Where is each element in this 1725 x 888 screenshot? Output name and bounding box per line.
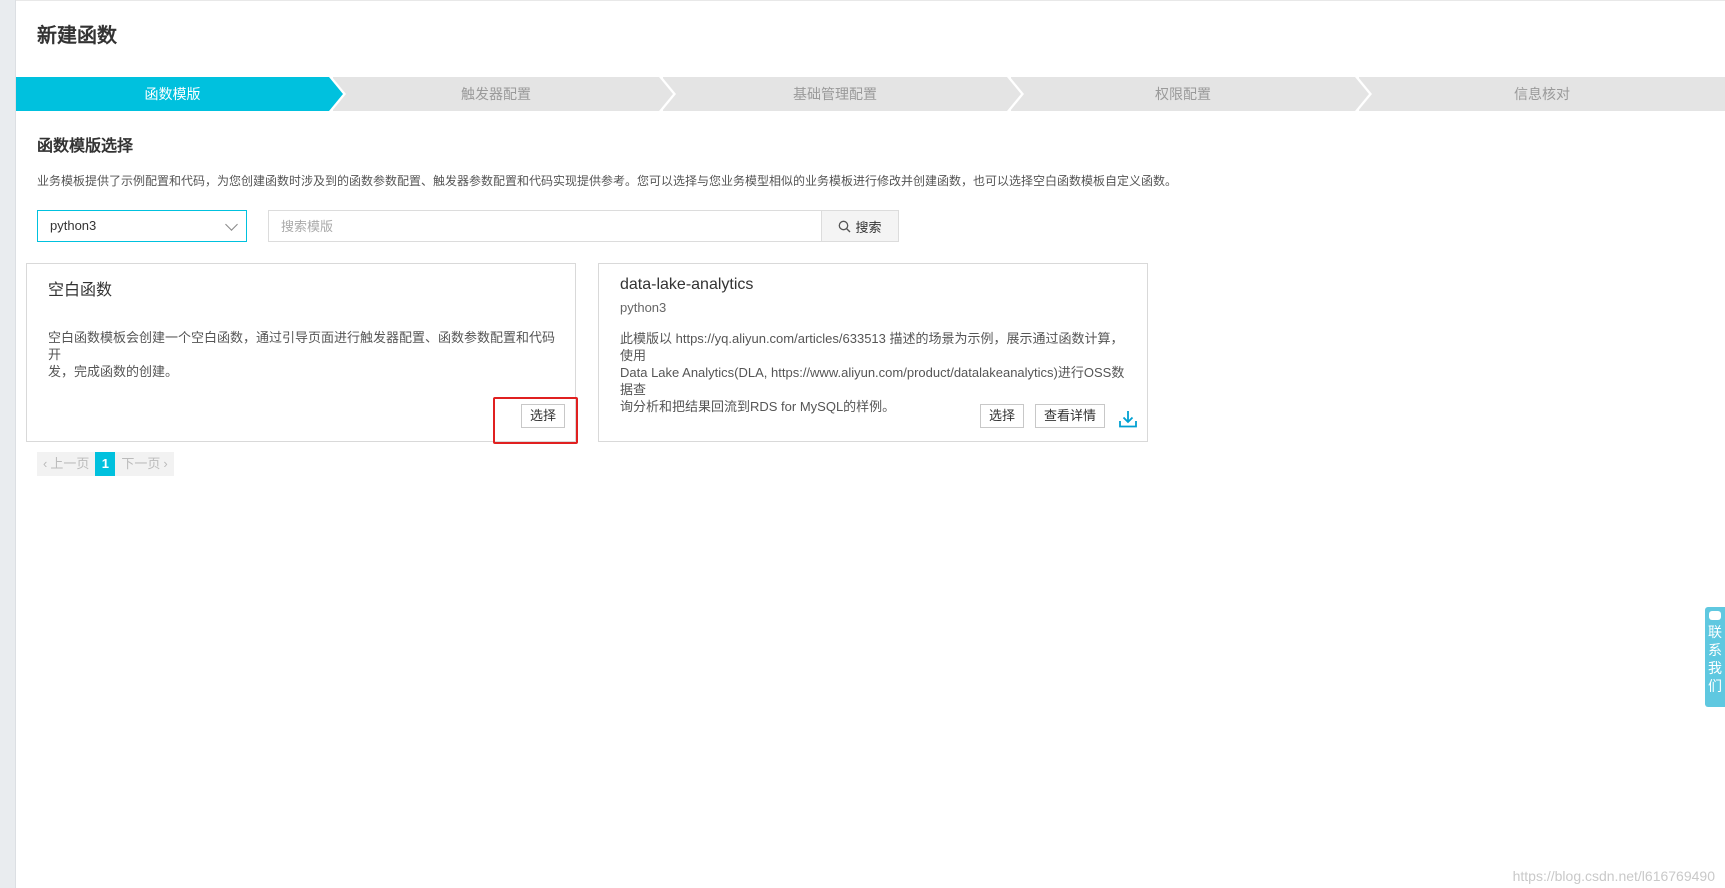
section-title: 函数模版选择	[37, 138, 134, 155]
search-icon	[839, 220, 851, 232]
pagination: ‹ 上一页 1 下一页 ›	[37, 452, 174, 476]
select-template-button[interactable]: 选择	[980, 404, 1025, 428]
search-button[interactable]: 搜索	[821, 210, 899, 242]
download-icon[interactable]	[1117, 408, 1139, 430]
card-description-line: 发，完成函数的创建。	[48, 364, 179, 379]
runtime-select-value: python3	[50, 218, 97, 233]
prev-page-button[interactable]: ‹ 上一页	[37, 452, 96, 476]
view-details-button[interactable]: 查看详情	[1035, 404, 1106, 428]
card-description: 此模版以 https://yq.aliyun.com/articles/6335…	[620, 330, 1128, 415]
step-trigger-config[interactable]: 触发器配置	[333, 77, 676, 111]
watermark: https://blog.csdn.net/l616769490	[1512, 868, 1715, 884]
chevron-right-icon: ›	[163, 456, 168, 471]
chat-icon	[1709, 611, 1721, 620]
step-label: 函数模版	[144, 86, 201, 102]
contact-char: 联	[1708, 624, 1722, 640]
contact-char: 系	[1708, 642, 1722, 658]
top-divider	[16, 0, 1725, 1]
next-page-button[interactable]: 下一页 ›	[115, 452, 174, 476]
chevron-down-icon	[225, 218, 238, 231]
chevron-left-icon: ‹	[43, 456, 48, 471]
contact-char: 们	[1708, 678, 1722, 694]
runtime-select[interactable]: python3	[37, 210, 247, 242]
step-label: 信息核对	[1514, 86, 1570, 102]
card-title: data-lake-analytics	[620, 276, 754, 293]
card-description-line: Data Lake Analytics(DLA, https://www.ali…	[620, 365, 1125, 397]
next-page-label: 下一页	[121, 456, 161, 471]
step-label: 权限配置	[1155, 86, 1211, 102]
step-function-template[interactable]: 函数模版	[16, 77, 346, 111]
page-number-current[interactable]: 1	[95, 452, 116, 476]
card-description: 空白函数模板会创建一个空白函数，通过引导页面进行触发器配置、函数参数配置和代码开…	[48, 329, 556, 380]
section-description: 业务模板提供了示例配置和代码，为您创建函数时涉及到的函数参数配置、触发器参数配置…	[37, 174, 1178, 188]
contact-char: 我	[1708, 660, 1722, 676]
step-label: 基础管理配置	[793, 86, 877, 102]
prev-page-label: 上一页	[50, 456, 90, 471]
contact-us-tab[interactable]: 联 系 我 们	[1705, 607, 1725, 707]
card-description-line: 空白函数模板会创建一个空白函数，通过引导页面进行触发器配置、函数参数配置和代码开	[48, 330, 556, 362]
step-label: 触发器配置	[461, 86, 531, 102]
template-search-input[interactable]	[268, 210, 821, 242]
wizard-steps: 函数模版 触发器配置 基础管理配置 权限配置 信息核对	[16, 77, 1725, 111]
card-description-line: 此模版以 https://yq.aliyun.com/articles/6335…	[620, 331, 1124, 363]
step-basic-config[interactable]: 基础管理配置	[663, 77, 1024, 111]
card-runtime: python3	[620, 300, 667, 315]
step-permission-config[interactable]: 权限配置	[1011, 77, 1372, 111]
template-card-blank: 空白函数 空白函数模板会创建一个空白函数，通过引导页面进行触发器配置、函数参数配…	[26, 263, 576, 442]
left-sidebar-rail	[0, 0, 16, 888]
search-button-label: 搜索	[855, 219, 882, 235]
template-card-data-lake-analytics: data-lake-analytics python3 此模版以 https:/…	[598, 263, 1148, 442]
page-title: 新建函数	[37, 25, 117, 47]
select-template-button[interactable]: 选择	[521, 404, 566, 428]
card-title: 空白函数	[48, 282, 113, 299]
step-info-review[interactable]: 信息核对	[1359, 77, 1725, 111]
